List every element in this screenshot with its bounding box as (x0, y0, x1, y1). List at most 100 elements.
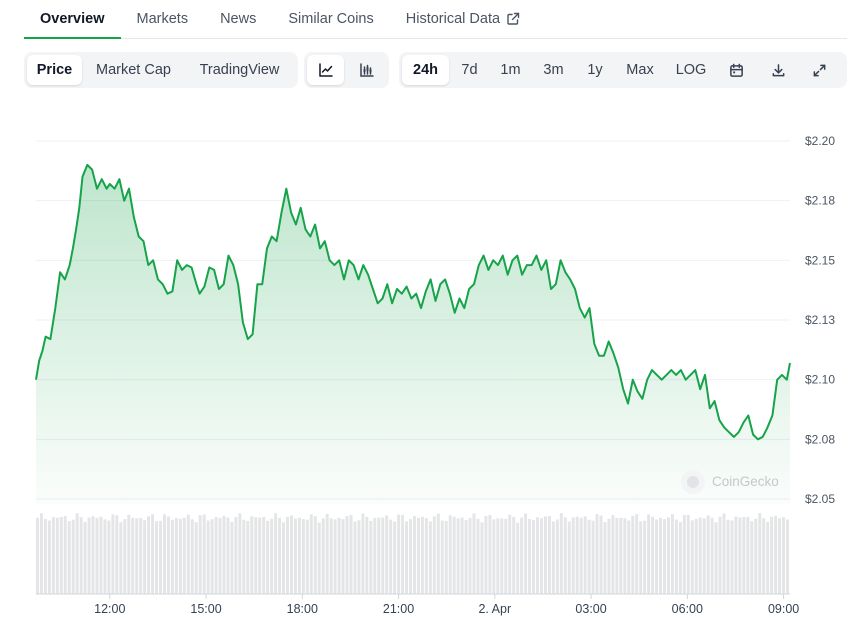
volume-bar (555, 519, 559, 594)
volume-bar (369, 520, 373, 594)
volume-bar (127, 514, 131, 594)
price-chart[interactable]: $2.05 $2.08 $2.10 $2.13 $2.15 $2.18 $2.20 12:0… (0, 0, 847, 632)
x-tick-label: 2. Apr (478, 602, 511, 616)
volume-bar (583, 516, 587, 594)
volume-bars (36, 513, 790, 595)
volume-bar (409, 519, 412, 594)
volume-bar (512, 516, 516, 594)
volume-bar (234, 517, 238, 594)
volume-bar (266, 520, 270, 594)
x-tick-label: 18:00 (287, 602, 318, 616)
volume-bar (36, 517, 39, 594)
volume-bar (492, 519, 496, 594)
volume-bar (786, 519, 789, 594)
volume-bar (111, 514, 115, 594)
volume-bar (341, 519, 345, 594)
x-tick-label: 15:00 (190, 602, 221, 616)
volume-bar (575, 516, 579, 594)
volume-bar (746, 516, 750, 594)
volume-bar (143, 520, 147, 594)
volume-bar (543, 516, 547, 594)
volume-bar (293, 518, 297, 594)
volume-bar (666, 517, 670, 594)
x-tick-label: 03:00 (575, 602, 606, 616)
volume-bar (139, 518, 143, 594)
volume-bar (770, 516, 774, 594)
volume-bar (678, 522, 682, 594)
volume-bar (690, 520, 694, 594)
volume-bar (528, 518, 532, 594)
volume-bar (718, 516, 722, 594)
y-tick-label: $2.18 (805, 194, 835, 208)
volume-bar (365, 516, 369, 594)
x-tick-label: 06:00 (672, 602, 703, 616)
volume-bar (63, 516, 67, 594)
volume-bar (190, 519, 194, 594)
volume-bar (218, 518, 222, 594)
volume-bar (274, 513, 278, 594)
volume-bar (694, 518, 698, 594)
y-tick-label: $2.13 (805, 313, 835, 327)
volume-bar (59, 516, 63, 594)
volume-bar (416, 517, 420, 594)
price-area (36, 164, 790, 504)
volume-bar (484, 515, 488, 594)
volume-bar (210, 519, 214, 594)
volume-bar (547, 516, 551, 594)
volume-bar (774, 515, 778, 594)
volume-bar (186, 514, 190, 594)
volume-bar (567, 521, 571, 594)
y-axis-labels: $2.05 $2.08 $2.10 $2.13 $2.15 $2.18 $2.20 (805, 134, 835, 506)
volume-bar (706, 515, 710, 594)
volume-bar (611, 515, 615, 594)
volume-bar (329, 518, 333, 594)
volume-bar (639, 521, 643, 594)
volume-bar (309, 514, 313, 594)
volume-bar (337, 517, 341, 594)
volume-bar (500, 518, 504, 594)
volume-bar (536, 517, 539, 594)
watermark-text: CoinGecko (712, 474, 779, 489)
volume-bar (758, 513, 762, 594)
volume-bar (230, 522, 234, 594)
volume-bar (460, 517, 464, 594)
volume-bar (599, 515, 603, 594)
volume-bar (39, 513, 43, 594)
volume-bar (710, 517, 714, 594)
volume-bar (619, 517, 623, 594)
volume-bar (270, 518, 274, 594)
volume-bar (424, 518, 428, 594)
volume-bar (79, 517, 83, 594)
x-tick-label: 12:00 (94, 602, 125, 616)
volume-bar (472, 513, 476, 594)
volume-bar (91, 516, 95, 594)
volume-bar (559, 513, 563, 594)
volume-bar (325, 513, 329, 594)
volume-bar (99, 516, 103, 594)
volume-bar (385, 515, 389, 594)
volume-bar (182, 517, 186, 594)
volume-bar (464, 520, 468, 594)
volume-bar (262, 516, 266, 594)
volume-bar (222, 515, 226, 594)
volume-bar (401, 514, 405, 594)
volume-bar (278, 517, 282, 594)
volume-bar (321, 518, 325, 594)
volume-bar (198, 515, 202, 594)
volume-bar (55, 517, 59, 594)
volume-bar (742, 517, 746, 594)
volume-bar (155, 521, 159, 594)
volume-bar (750, 521, 754, 594)
volume-bar (571, 517, 575, 594)
volume-bar (436, 513, 440, 594)
volume-bar (174, 517, 178, 594)
volume-bar (686, 514, 690, 594)
volume-bar (119, 522, 123, 594)
volume-bar (83, 521, 87, 594)
volume-bar (75, 513, 79, 594)
volume-bar (420, 516, 424, 594)
volume-bar (377, 517, 381, 594)
volume-bar (242, 519, 246, 594)
volume-bar (147, 516, 151, 594)
volume-bar (635, 514, 639, 594)
